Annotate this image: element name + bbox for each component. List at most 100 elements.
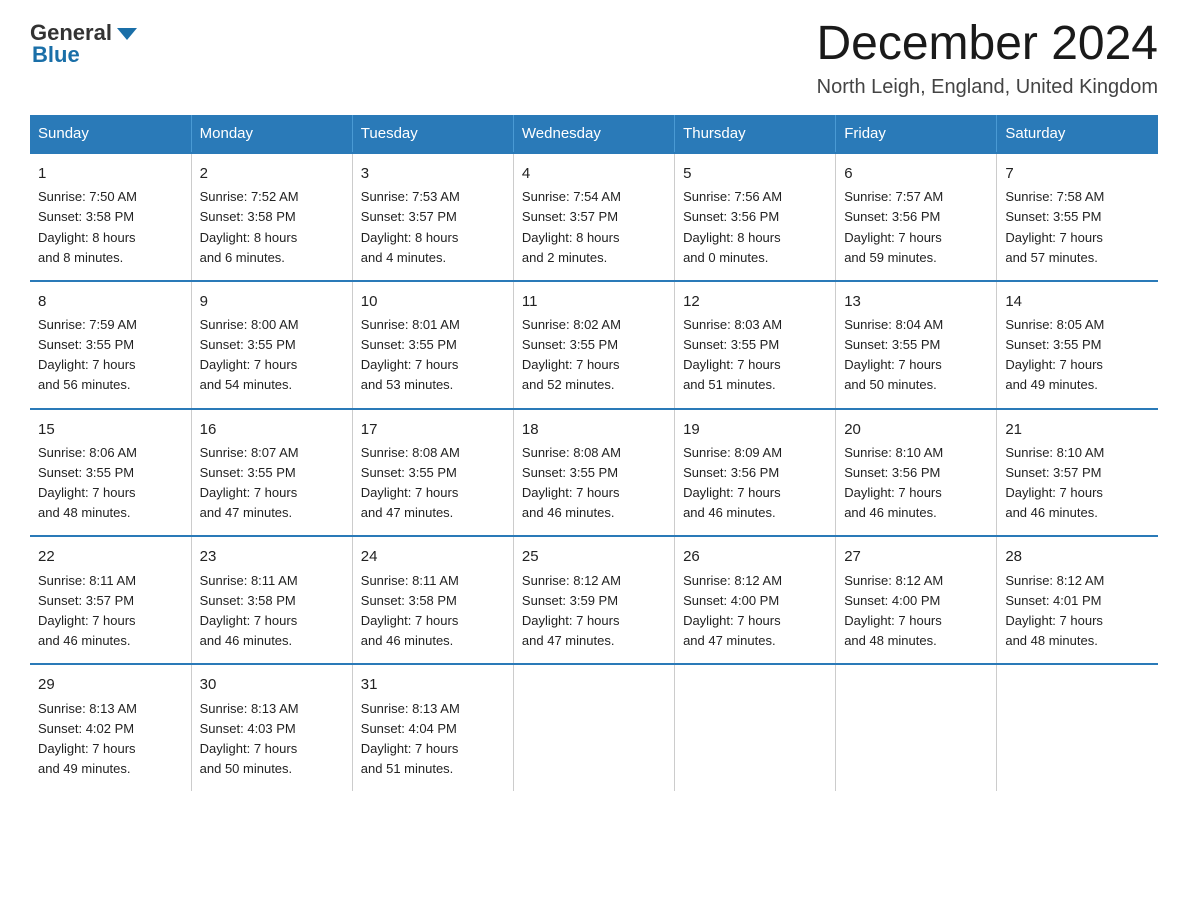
day-info: Sunrise: 8:00 AMSunset: 3:55 PMDaylight:… <box>200 317 299 392</box>
day-info: Sunrise: 8:08 AMSunset: 3:55 PMDaylight:… <box>522 445 621 520</box>
day-number: 16 <box>200 418 344 441</box>
day-info: Sunrise: 7:56 AMSunset: 3:56 PMDaylight:… <box>683 189 782 264</box>
title-block: December 2024 North Leigh, England, Unit… <box>816 20 1158 99</box>
day-info: Sunrise: 8:07 AMSunset: 3:55 PMDaylight:… <box>200 445 299 520</box>
day-number: 2 <box>200 162 344 185</box>
day-number: 3 <box>361 162 505 185</box>
calendar-table: SundayMondayTuesdayWednesdayThursdayFrid… <box>30 115 1158 791</box>
logo: General Blue <box>30 20 137 68</box>
day-info: Sunrise: 8:02 AMSunset: 3:55 PMDaylight:… <box>522 317 621 392</box>
day-info: Sunrise: 8:13 AMSunset: 4:03 PMDaylight:… <box>200 701 299 776</box>
day-info: Sunrise: 7:57 AMSunset: 3:56 PMDaylight:… <box>844 189 943 264</box>
cell-week4-day4: 26Sunrise: 8:12 AMSunset: 4:00 PMDayligh… <box>675 536 836 664</box>
day-number: 23 <box>200 545 344 568</box>
day-info: Sunrise: 8:12 AMSunset: 4:00 PMDaylight:… <box>844 573 943 648</box>
day-number: 28 <box>1005 545 1150 568</box>
cell-week1-day4: 5Sunrise: 7:56 AMSunset: 3:56 PMDaylight… <box>675 153 836 281</box>
day-number: 18 <box>522 418 666 441</box>
day-number: 24 <box>361 545 505 568</box>
day-number: 13 <box>844 290 988 313</box>
header-tuesday: Tuesday <box>352 115 513 153</box>
cell-week5-day0: 29Sunrise: 8:13 AMSunset: 4:02 PMDayligh… <box>30 664 191 791</box>
cell-week1-day6: 7 Sunrise: 7:58 AMSunset: 3:55 PMDaylight… <box>997 153 1158 281</box>
day-info: Sunrise: 7:54 AMSunset: 3:57 PMDaylight:… <box>522 189 621 264</box>
header-thursday: Thursday <box>675 115 836 153</box>
cell-week2-day4: 12 Sunrise: 8:03 AMSunset: 3:55 PMDayligh… <box>675 281 836 409</box>
day-info: Sunrise: 8:12 AMSunset: 4:01 PMDaylight:… <box>1005 573 1104 648</box>
cell-week3-day4: 19Sunrise: 8:09 AMSunset: 3:56 PMDayligh… <box>675 409 836 537</box>
cell-week4-day6: 28 Sunrise: 8:12 AMSunset: 4:01 PMDayligh… <box>997 536 1158 664</box>
week-row-4: 22 Sunrise: 8:11 AMSunset: 3:57 PMDayligh… <box>30 536 1158 664</box>
location-subtitle: North Leigh, England, United Kingdom <box>816 76 1158 99</box>
day-info: Sunrise: 7:50 AMSunset: 3:58 PMDaylight:… <box>38 189 137 264</box>
day-info: Sunrise: 7:59 AMSunset: 3:55 PMDaylight:… <box>38 317 137 392</box>
cell-week5-day2: 31 Sunrise: 8:13 AMSunset: 4:04 PMDayligh… <box>352 664 513 791</box>
cell-week2-day3: 11 Sunrise: 8:02 AMSunset: 3:55 PMDayligh… <box>513 281 674 409</box>
logo-blue-text: Blue <box>32 42 80 68</box>
day-number: 21 <box>1005 418 1150 441</box>
cell-week4-day3: 25Sunrise: 8:12 AMSunset: 3:59 PMDayligh… <box>513 536 674 664</box>
day-info: Sunrise: 8:03 AMSunset: 3:55 PMDaylight:… <box>683 317 782 392</box>
day-number: 9 <box>200 290 344 313</box>
day-number: 11 <box>522 290 666 313</box>
day-number: 27 <box>844 545 988 568</box>
day-number: 4 <box>522 162 666 185</box>
cell-week1-day3: 4 Sunrise: 7:54 AMSunset: 3:57 PMDaylight… <box>513 153 674 281</box>
day-info: Sunrise: 8:01 AMSunset: 3:55 PMDaylight:… <box>361 317 460 392</box>
header-wednesday: Wednesday <box>513 115 674 153</box>
month-year-title: December 2024 <box>816 20 1158 68</box>
header-friday: Friday <box>836 115 997 153</box>
day-number: 12 <box>683 290 827 313</box>
cell-week3-day0: 15Sunrise: 8:06 AMSunset: 3:55 PMDayligh… <box>30 409 191 537</box>
weekday-header-row: SundayMondayTuesdayWednesdayThursdayFrid… <box>30 115 1158 153</box>
day-info: Sunrise: 8:09 AMSunset: 3:56 PMDaylight:… <box>683 445 782 520</box>
day-number: 17 <box>361 418 505 441</box>
day-info: Sunrise: 8:10 AMSunset: 3:57 PMDaylight:… <box>1005 445 1104 520</box>
cell-week4-day1: 23Sunrise: 8:11 AMSunset: 3:58 PMDayligh… <box>191 536 352 664</box>
day-info: Sunrise: 8:13 AMSunset: 4:04 PMDaylight:… <box>361 701 460 776</box>
day-info: Sunrise: 8:10 AMSunset: 3:56 PMDaylight:… <box>844 445 943 520</box>
day-info: Sunrise: 7:58 AMSunset: 3:55 PMDaylight:… <box>1005 189 1104 264</box>
cell-week4-day2: 24 Sunrise: 8:11 AMSunset: 3:58 PMDayligh… <box>352 536 513 664</box>
cell-week5-day4 <box>675 664 836 791</box>
cell-week3-day3: 18 Sunrise: 8:08 AMSunset: 3:55 PMDayligh… <box>513 409 674 537</box>
cell-week2-day0: 8 Sunrise: 7:59 AMSunset: 3:55 PMDaylight… <box>30 281 191 409</box>
cell-week2-day5: 13Sunrise: 8:04 AMSunset: 3:55 PMDayligh… <box>836 281 997 409</box>
day-number: 22 <box>38 545 183 568</box>
cell-week5-day3 <box>513 664 674 791</box>
day-number: 1 <box>38 162 183 185</box>
cell-week3-day2: 17 Sunrise: 8:08 AMSunset: 3:55 PMDayligh… <box>352 409 513 537</box>
cell-week1-day0: 1 Sunrise: 7:50 AMSunset: 3:58 PMDaylight… <box>30 153 191 281</box>
cell-week5-day5 <box>836 664 997 791</box>
week-row-2: 8 Sunrise: 7:59 AMSunset: 3:55 PMDaylight… <box>30 281 1158 409</box>
day-number: 31 <box>361 673 505 696</box>
day-info: Sunrise: 7:53 AMSunset: 3:57 PMDaylight:… <box>361 189 460 264</box>
cell-week2-day1: 9 Sunrise: 8:00 AMSunset: 3:55 PMDaylight… <box>191 281 352 409</box>
day-number: 8 <box>38 290 183 313</box>
cell-week5-day6 <box>997 664 1158 791</box>
day-number: 7 <box>1005 162 1150 185</box>
day-number: 10 <box>361 290 505 313</box>
cell-week1-day1: 2 Sunrise: 7:52 AMSunset: 3:58 PMDaylight… <box>191 153 352 281</box>
cell-week3-day1: 16 Sunrise: 8:07 AMSunset: 3:55 PMDayligh… <box>191 409 352 537</box>
day-number: 25 <box>522 545 666 568</box>
cell-week4-day5: 27 Sunrise: 8:12 AMSunset: 4:00 PMDayligh… <box>836 536 997 664</box>
day-info: Sunrise: 7:52 AMSunset: 3:58 PMDaylight:… <box>200 189 299 264</box>
cell-week2-day6: 14Sunrise: 8:05 AMSunset: 3:55 PMDayligh… <box>997 281 1158 409</box>
header-sunday: Sunday <box>30 115 191 153</box>
day-info: Sunrise: 8:08 AMSunset: 3:55 PMDaylight:… <box>361 445 460 520</box>
day-number: 14 <box>1005 290 1150 313</box>
cell-week1-day5: 6Sunrise: 7:57 AMSunset: 3:56 PMDaylight… <box>836 153 997 281</box>
page-header: General Blue December 2024 North Leigh, … <box>30 20 1158 99</box>
cell-week1-day2: 3 Sunrise: 7:53 AMSunset: 3:57 PMDaylight… <box>352 153 513 281</box>
day-info: Sunrise: 8:11 AMSunset: 3:58 PMDaylight:… <box>361 573 459 648</box>
day-info: Sunrise: 8:13 AMSunset: 4:02 PMDaylight:… <box>38 701 137 776</box>
day-number: 20 <box>844 418 988 441</box>
week-row-1: 1 Sunrise: 7:50 AMSunset: 3:58 PMDaylight… <box>30 153 1158 281</box>
day-info: Sunrise: 8:06 AMSunset: 3:55 PMDaylight:… <box>38 445 137 520</box>
week-row-5: 29Sunrise: 8:13 AMSunset: 4:02 PMDayligh… <box>30 664 1158 791</box>
header-monday: Monday <box>191 115 352 153</box>
logo-arrow-icon <box>117 28 137 40</box>
header-saturday: Saturday <box>997 115 1158 153</box>
day-info: Sunrise: 8:11 AMSunset: 3:57 PMDaylight:… <box>38 573 136 648</box>
